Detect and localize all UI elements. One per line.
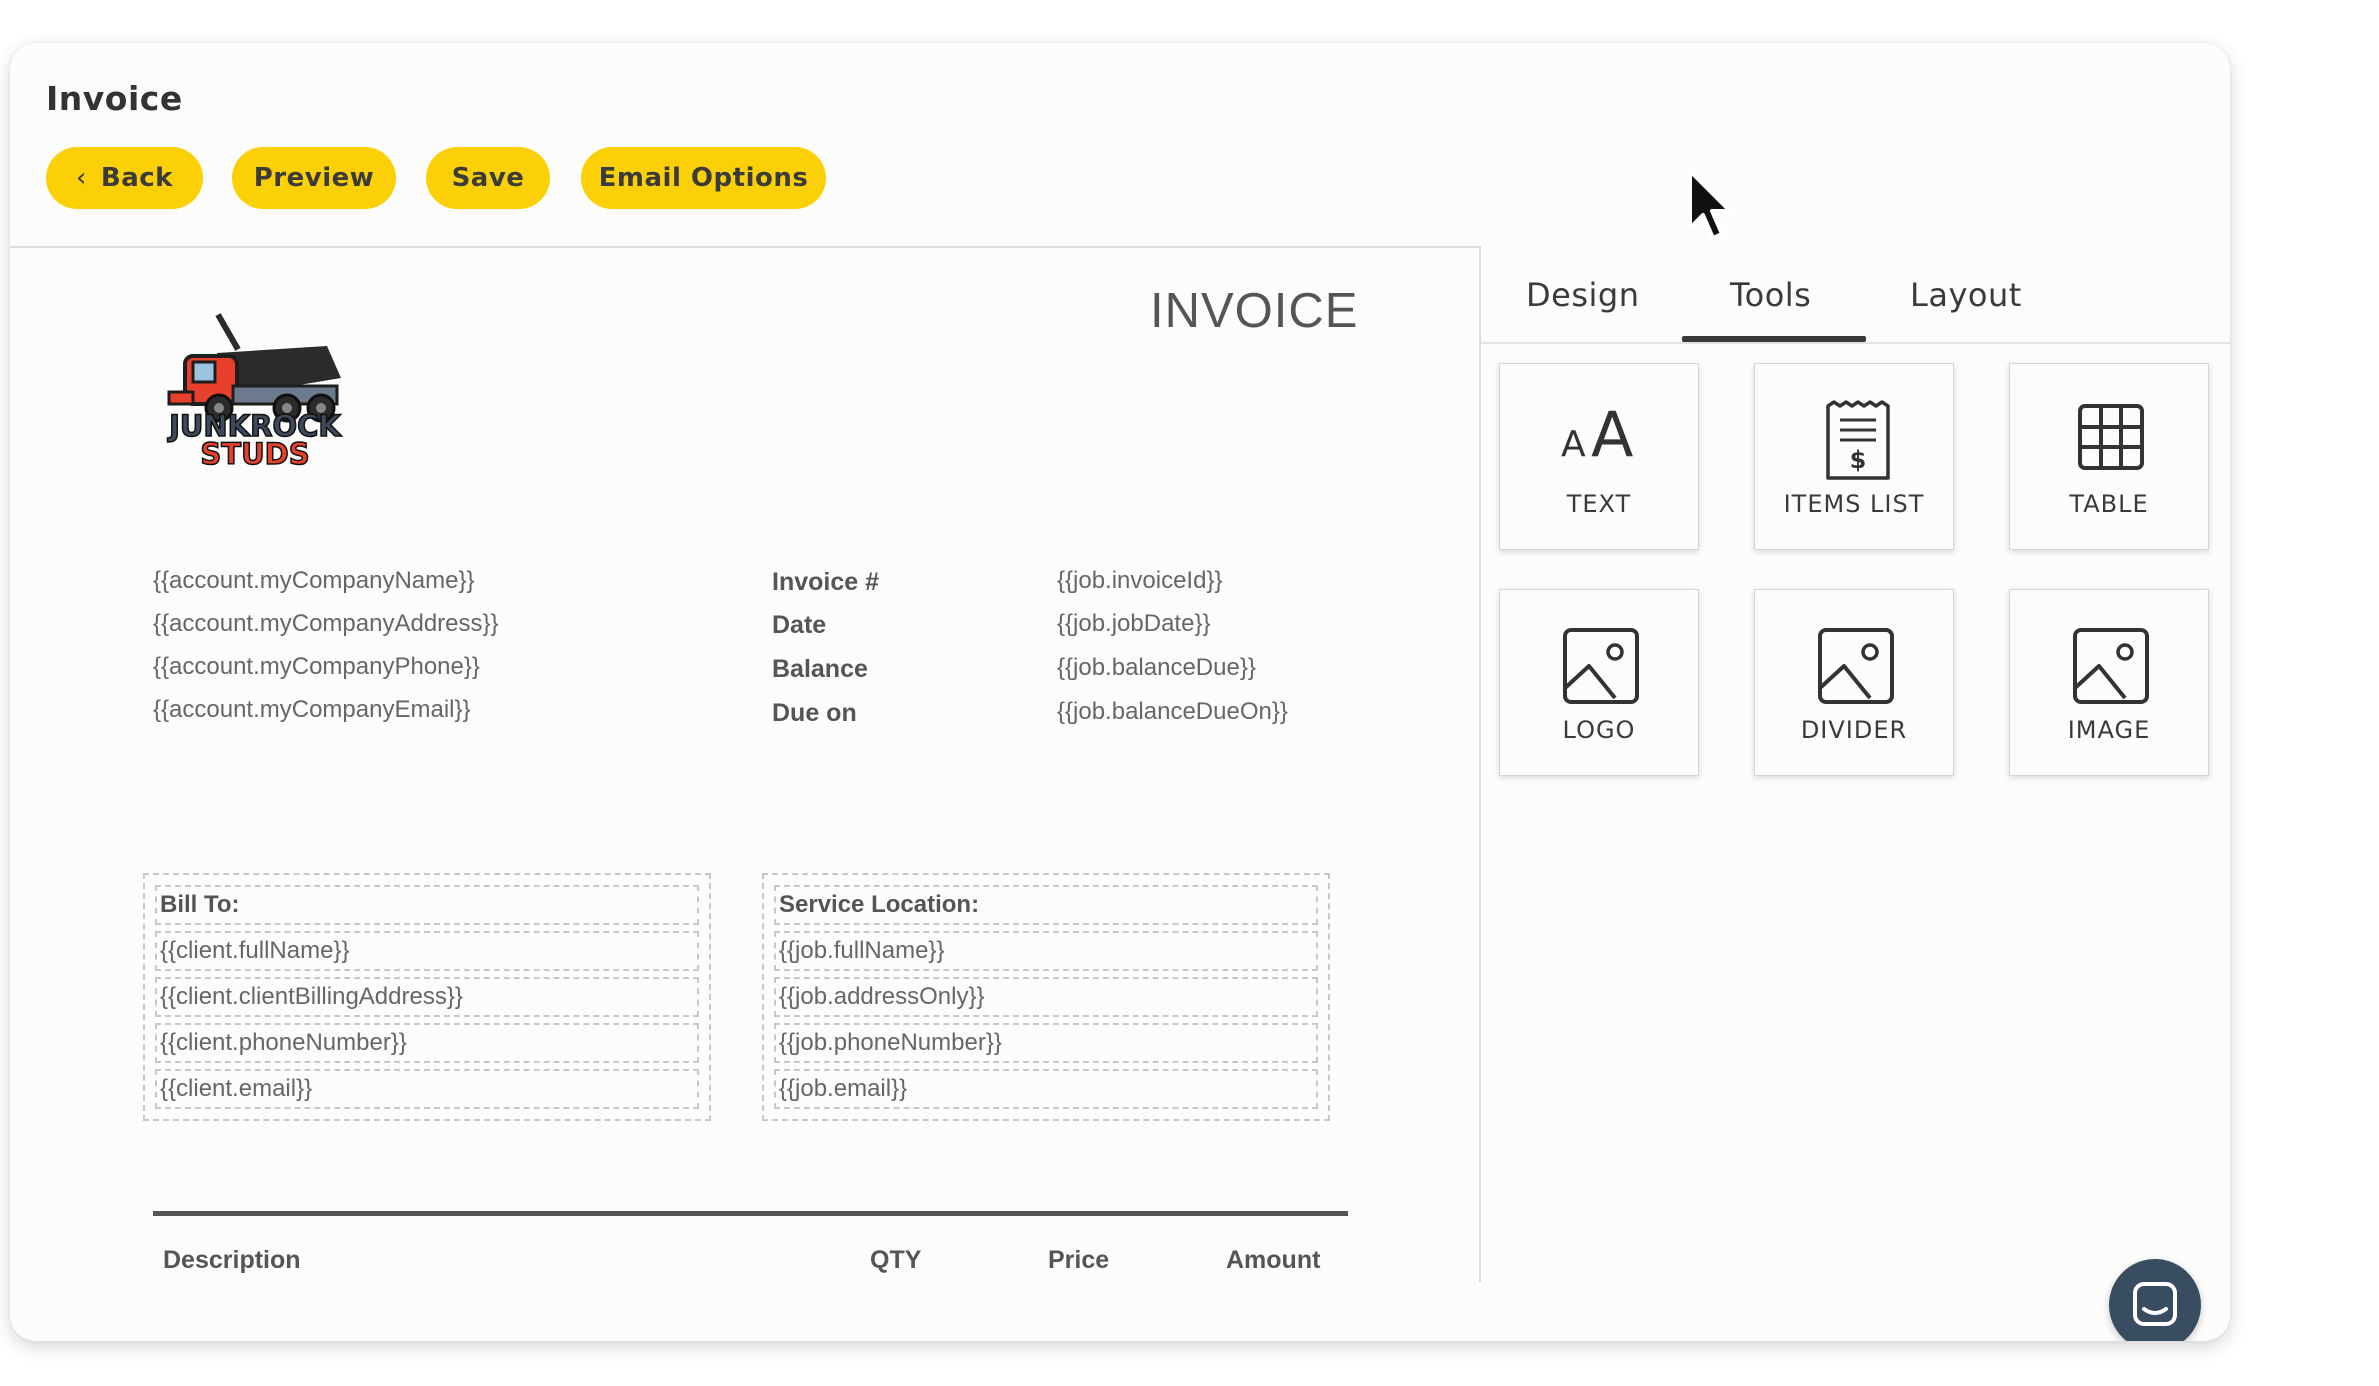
- company-email-field[interactable]: {{account.myCompanyEmail}}: [153, 696, 471, 724]
- mouse-pointer-icon: [1686, 168, 1734, 249]
- invoice-number-value[interactable]: {{job.invoiceId}}: [1057, 567, 1222, 595]
- column-header-amount: Amount: [1226, 1246, 1321, 1274]
- column-header-description: Description: [163, 1246, 301, 1274]
- company-name-field[interactable]: {{account.myCompanyName}}: [153, 567, 475, 595]
- due-on-value[interactable]: {{job.balanceDueOn}}: [1057, 698, 1288, 726]
- header-divider: [10, 246, 1479, 248]
- tab-layout[interactable]: Layout: [1910, 276, 2022, 314]
- balance-value[interactable]: {{job.balanceDue}}: [1057, 654, 1256, 682]
- tab-design[interactable]: Design: [1526, 276, 1639, 314]
- active-tab-indicator: [1682, 336, 1866, 342]
- tool-text[interactable]: A A TEXT: [1499, 363, 1699, 550]
- chevron-left-icon: ‹: [76, 163, 87, 193]
- receipt-icon: $: [1826, 400, 1890, 480]
- chat-launcher-button[interactable]: [2109, 1259, 2201, 1341]
- tool-table[interactable]: TABLE: [2009, 363, 2209, 550]
- service-location-block[interactable]: Service Location: {{job.fullName}} {{job…: [762, 873, 1330, 1121]
- image-icon: [2073, 628, 2149, 704]
- column-header-price: Price: [1048, 1246, 1110, 1274]
- tool-items-list-label: ITEMS LIST: [1783, 490, 1925, 518]
- service-location-row[interactable]: {{job.fullName}}: [774, 931, 1318, 971]
- truck-graphic: [167, 313, 341, 423]
- invoice-heading: INVOICE: [1150, 284, 1359, 338]
- svg-text:A: A: [1561, 424, 1586, 465]
- due-on-label: Due on: [772, 699, 857, 727]
- bill-to-row[interactable]: {{client.fullName}}: [155, 931, 699, 971]
- image-icon: [1818, 628, 1894, 704]
- tool-items-list[interactable]: $ ITEMS LIST: [1754, 363, 1954, 550]
- bill-to-row[interactable]: {{client.email}}: [155, 1069, 699, 1109]
- date-label: Date: [772, 611, 827, 639]
- company-logo[interactable]: JUNKROCK STUDS: [155, 298, 355, 473]
- tabs-divider: [1481, 342, 2230, 344]
- tool-logo-label: LOGO: [1562, 716, 1636, 744]
- back-button-label: Back: [100, 163, 173, 193]
- bill-to-block[interactable]: Bill To: {{client.fullName}} {{client.cl…: [143, 873, 711, 1121]
- tool-divider-label: DIVIDER: [1800, 716, 1908, 744]
- bill-to-heading: Bill To:: [155, 885, 699, 925]
- preview-button[interactable]: Preview: [232, 147, 396, 209]
- invoice-number-label: Invoice #: [772, 568, 879, 596]
- panel-divider: [1479, 246, 1481, 1282]
- page-title: Invoice: [46, 79, 183, 118]
- tool-table-label: TABLE: [2069, 490, 2149, 518]
- email-options-button[interactable]: Email Options: [581, 147, 826, 209]
- bill-to-row[interactable]: {{client.phoneNumber}}: [155, 1023, 699, 1063]
- svg-text:A: A: [1591, 400, 1633, 470]
- service-location-heading: Service Location:: [774, 885, 1318, 925]
- service-location-row[interactable]: {{job.addressOnly}}: [774, 977, 1318, 1017]
- balance-label: Balance: [772, 655, 868, 683]
- invoice-editor-card: Invoice ‹ Back Preview Save Email Option…: [10, 43, 2230, 1341]
- back-button[interactable]: ‹ Back: [46, 147, 203, 209]
- text-icon: A A: [1561, 400, 1633, 470]
- items-table-rule: [153, 1211, 1348, 1216]
- tool-image[interactable]: IMAGE: [2009, 589, 2209, 776]
- tool-text-label: TEXT: [1566, 490, 1632, 518]
- company-address-field[interactable]: {{account.myCompanyAddress}}: [153, 610, 499, 638]
- svg-text:$: $: [1850, 446, 1867, 474]
- service-location-row[interactable]: {{job.email}}: [774, 1069, 1318, 1109]
- service-location-row[interactable]: {{job.phoneNumber}}: [774, 1023, 1318, 1063]
- image-icon: [1563, 628, 1639, 704]
- column-header-qty: QTY: [870, 1246, 922, 1274]
- logo-wordmark-line2: STUDS: [200, 437, 309, 468]
- tool-image-label: IMAGE: [2067, 716, 2151, 744]
- chat-icon: [2133, 1282, 2177, 1326]
- table-icon: [2078, 404, 2144, 470]
- tool-logo[interactable]: LOGO: [1499, 589, 1699, 776]
- company-phone-field[interactable]: {{account.myCompanyPhone}}: [153, 653, 480, 681]
- save-button[interactable]: Save: [426, 147, 550, 209]
- bill-to-row[interactable]: {{client.clientBillingAddress}}: [155, 977, 699, 1017]
- tool-divider[interactable]: DIVIDER: [1754, 589, 1954, 776]
- date-value[interactable]: {{job.jobDate}}: [1057, 610, 1210, 638]
- tab-tools[interactable]: Tools: [1730, 276, 1811, 314]
